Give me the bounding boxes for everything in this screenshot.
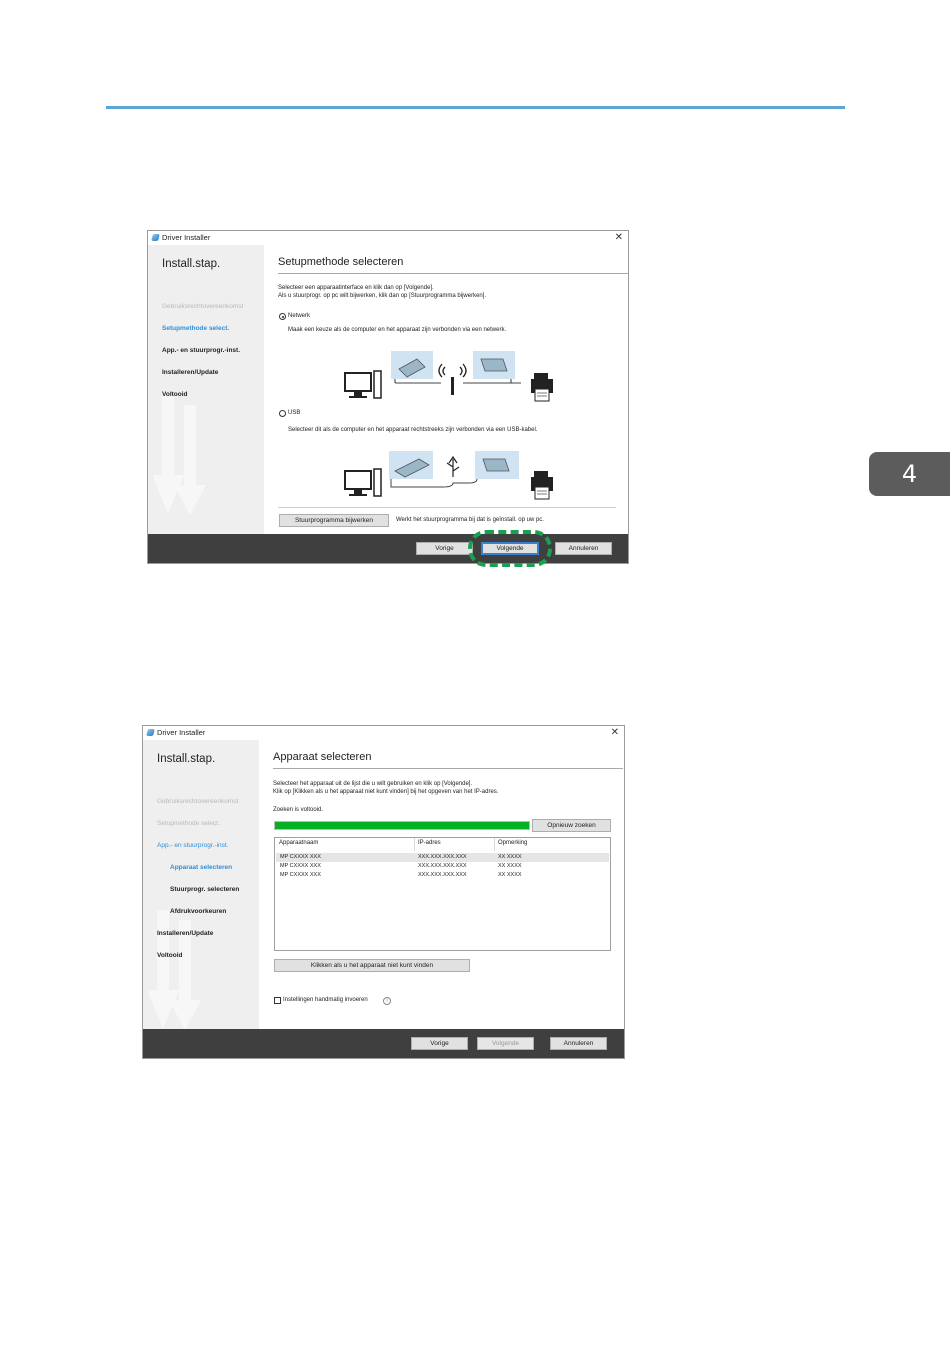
usb-description: Selecteer dit als de computer en het app…: [288, 427, 538, 433]
step-finished: Voltooid: [157, 952, 183, 959]
usb-icon: [446, 455, 460, 477]
instruction-line-2: Klik op [Klikken als u het apparaat niet…: [273, 789, 499, 795]
step-select-driver: Stuurprogr. selecteren: [170, 886, 240, 893]
step-install-update: Installeren/Update: [157, 930, 214, 937]
cell-device-name: MP CXXXX XXX: [280, 854, 321, 860]
manual-settings-checkbox[interactable]: [274, 997, 281, 1004]
step-setup-method: Setupmethode select.: [157, 820, 220, 827]
step-install-update: Installeren/Update: [162, 369, 219, 376]
next-button[interactable]: Volgende: [477, 1037, 534, 1050]
next-button-highlight: [468, 530, 552, 567]
cell-ip-address: XXX.XXX.XXX.XXX: [418, 872, 467, 878]
printer-icon: [531, 471, 553, 500]
step-device-driver-install: App.- en stuurprogr.-inst.: [162, 347, 240, 354]
device-not-found-button[interactable]: Klikken als u het apparaat niet kunt vin…: [274, 959, 470, 972]
steps-sidebar: Install.stap. Gebruiksrechtovereenkomst …: [148, 245, 264, 534]
printer-icon: [531, 373, 553, 402]
cancel-button[interactable]: Annuleren: [550, 1037, 607, 1050]
cancel-button[interactable]: Annuleren: [555, 542, 612, 555]
network-description: Maak een keuze als de computer en het ap…: [288, 327, 507, 333]
info-icon[interactable]: i: [383, 997, 391, 1005]
chapter-tab: 4: [869, 452, 950, 496]
page-title: Setupmethode selecteren: [278, 256, 404, 268]
table-row[interactable]: MP CXXXX XXX XXX.XXX.XXX.XXX XX XXXX: [276, 862, 609, 871]
search-progress-bar: [274, 821, 530, 830]
router-icon: [451, 377, 454, 395]
title-bar: Driver Installer ✕: [143, 726, 624, 740]
back-button[interactable]: Vorige: [416, 542, 473, 555]
chapter-number: 4: [901, 460, 918, 488]
network-connection-illustration: [344, 351, 553, 402]
usb-label[interactable]: USB: [288, 409, 300, 418]
step-device-driver-install: App.- en stuurprogr.-inst.: [157, 842, 229, 849]
installer-window-select-device: Driver Installer ✕ Install.stap. Gebruik…: [142, 725, 625, 1059]
update-driver-button[interactable]: Stuurprogramma bijwerken: [279, 514, 389, 527]
page-title: Apparaat selecteren: [273, 751, 372, 763]
cell-ip-address: XXX.XXX.XXX.XXX: [418, 863, 467, 869]
close-icon[interactable]: ✕: [611, 726, 619, 739]
cell-comment: XX XXXX: [498, 854, 522, 860]
back-button[interactable]: Vorige: [411, 1037, 468, 1050]
update-driver-description: Werkt het stuurprogramma bij dat is geïn…: [396, 517, 544, 523]
instruction-line-2: Als u stuurprogr. op pc wilt bijwerken, …: [278, 293, 487, 299]
column-header-ip-address[interactable]: IP-adres: [418, 840, 441, 846]
search-progress-fill: [275, 822, 529, 829]
header-rule: [106, 106, 845, 109]
manual-settings-label[interactable]: Instellingen handmatig invoeren: [283, 996, 368, 1005]
search-again-button[interactable]: Opnieuw zoeken: [532, 819, 611, 832]
update-divider: [278, 507, 616, 508]
device-table: Apparaatnaam IP-adres Opmerking MP CXXXX…: [274, 837, 611, 951]
column-header-device-name[interactable]: Apparaatnaam: [279, 840, 318, 846]
footer-bar: Vorige Volgende Annuleren: [143, 1029, 624, 1058]
search-status: Zoeken is voltooid.: [273, 807, 324, 813]
cell-ip-address: XXX.XXX.XXX.XXX: [418, 854, 467, 860]
window-title: Driver Installer: [157, 728, 206, 737]
network-radio[interactable]: [279, 313, 286, 320]
table-row[interactable]: MP CXXXX XXX XXX.XXX.XXX.XXX XX XXXX: [276, 853, 609, 862]
installer-window-setup-method: Driver Installer ✕ Install.stap. Gebruik…: [147, 230, 629, 564]
steps-sidebar: Install.stap. Gebruiksrechtovereenkomst …: [143, 740, 259, 1029]
computer-icon: [344, 468, 382, 497]
close-icon[interactable]: ✕: [615, 231, 623, 244]
network-label[interactable]: Netwerk: [288, 312, 310, 321]
arrow-watermark-icon: [154, 395, 206, 515]
arrow-watermark-icon: [149, 910, 201, 1029]
step-finished: Voltooid: [162, 391, 188, 398]
cell-device-name: MP CXXXX XXX: [280, 872, 321, 878]
usb-radio[interactable]: [279, 410, 286, 417]
table-row[interactable]: MP CXXXX XXX XXX.XXX.XXX.XXX XX XXXX: [276, 871, 609, 880]
step-license: Gebruiksrechtovereenkomst: [157, 798, 239, 805]
step-setup-method: Setupmethode select.: [162, 325, 230, 332]
column-separator: [494, 838, 495, 851]
installer-app-icon: [146, 729, 155, 736]
step-print-preferences: Afdrukvoorkeuren: [170, 908, 227, 915]
title-divider: [273, 768, 623, 769]
column-separator: [414, 838, 415, 851]
window-title: Driver Installer: [162, 233, 211, 242]
title-divider: [278, 273, 628, 274]
sidebar-title: Install.stap.: [157, 753, 216, 765]
cell-comment: XX XXXX: [498, 863, 522, 869]
title-bar: Driver Installer ✕: [148, 231, 628, 245]
usb-connection-illustration: [344, 451, 553, 500]
column-header-comment[interactable]: Opmerking: [498, 840, 527, 846]
installer-app-icon: [151, 234, 160, 241]
cell-device-name: MP CXXXX XXX: [280, 863, 321, 869]
step-license: Gebruiksrechtovereenkomst: [162, 303, 244, 310]
cell-comment: XX XXXX: [498, 872, 522, 878]
sidebar-title: Install.stap.: [162, 258, 221, 270]
footer-bar: Vorige Volgende Annuleren: [148, 534, 628, 563]
step-select-device: Apparaat selecteren: [170, 864, 233, 871]
computer-icon: [344, 370, 382, 399]
